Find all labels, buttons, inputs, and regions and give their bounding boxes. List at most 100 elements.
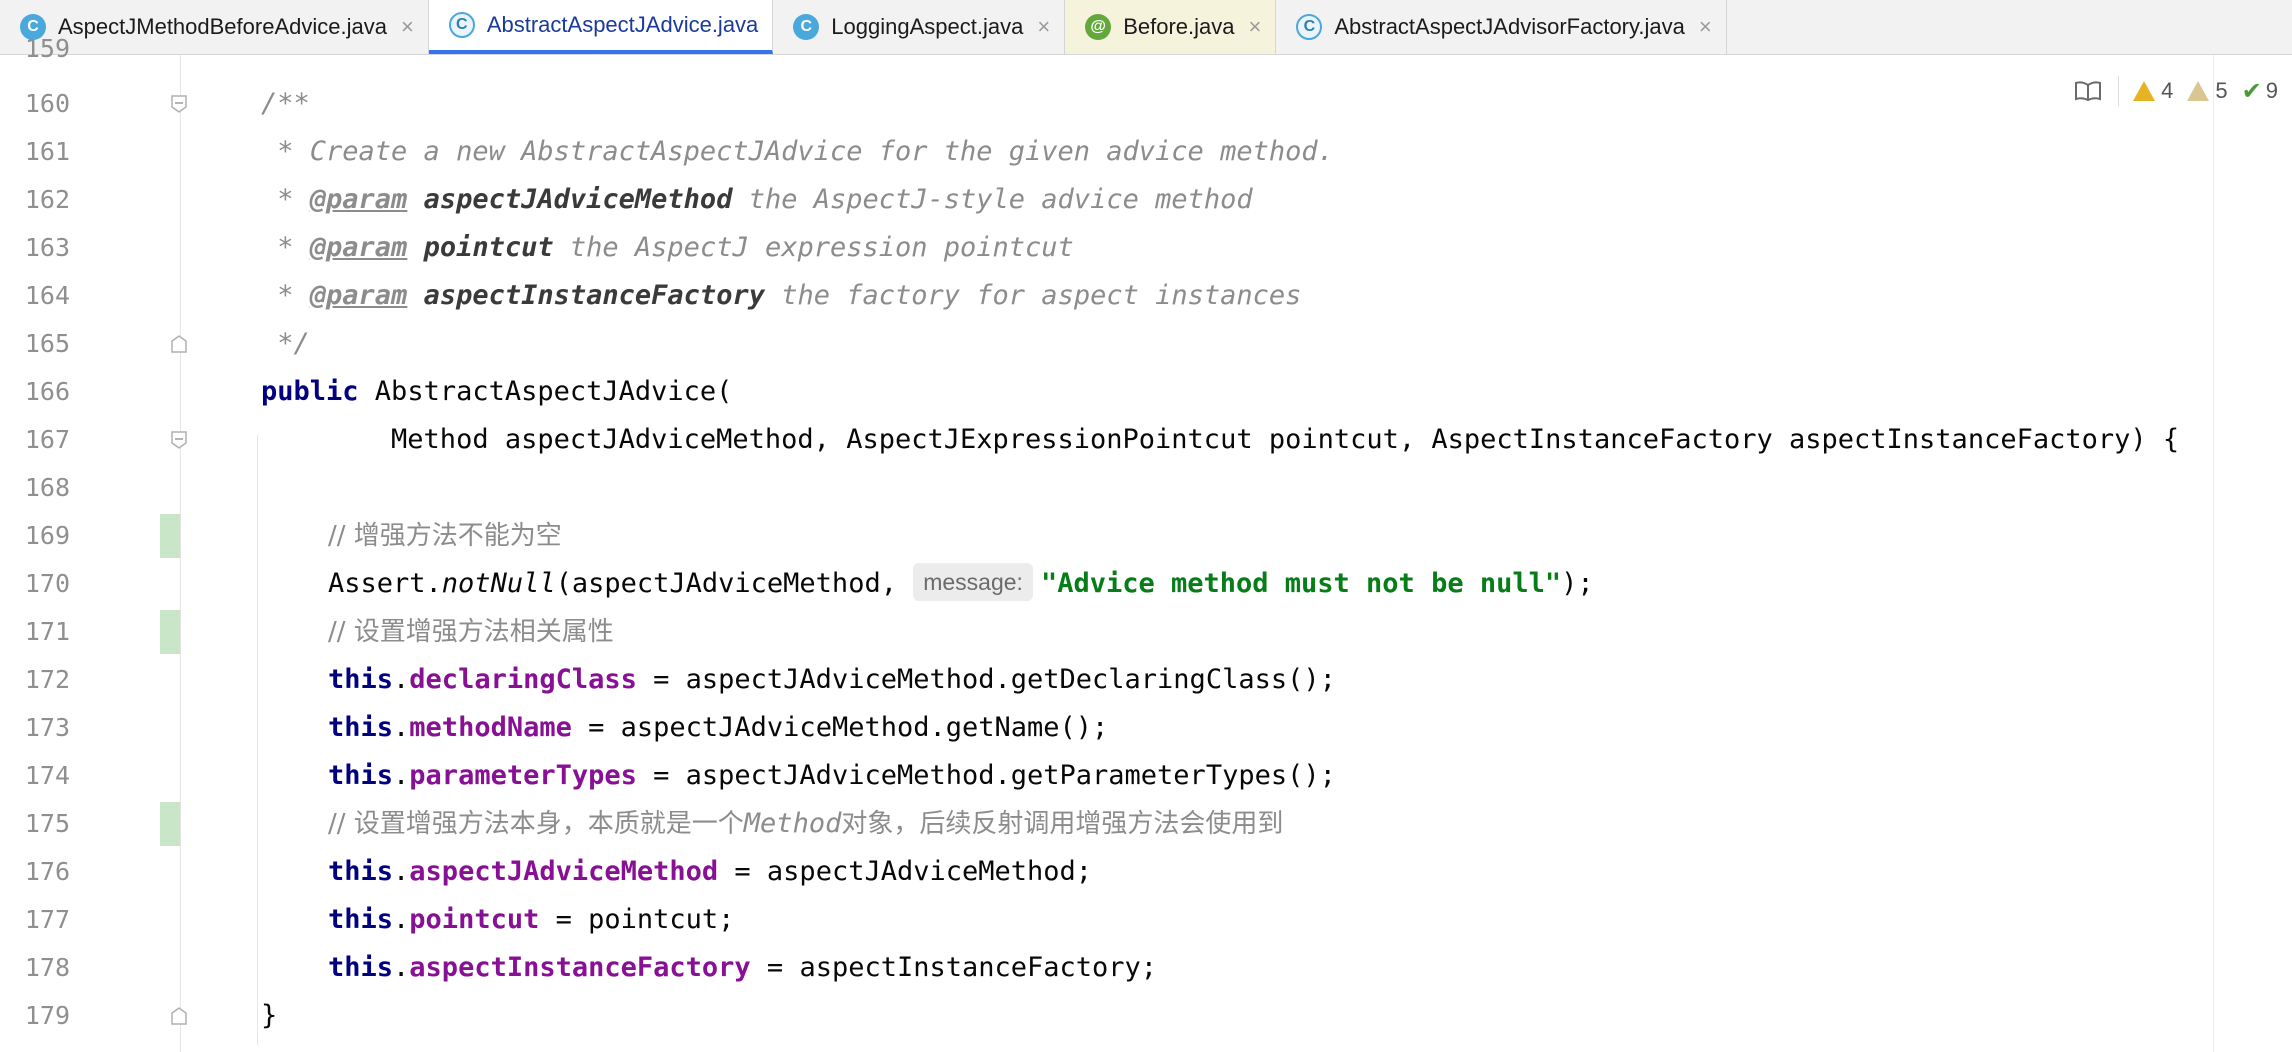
closing-brace: } — [261, 1000, 278, 1031]
javadoc-tag: @param — [309, 280, 408, 311]
ok-count[interactable]: ✔ 9 — [2242, 77, 2278, 106]
line-comment: // 设置增强方法本身，本质就是一个 — [328, 809, 744, 839]
code-line-174: this.parameterTypes = aspectJAdviceMetho… — [328, 752, 1336, 800]
constructor-signature: AbstractAspectJAdvice( — [358, 376, 733, 407]
vcs-change-marker[interactable] — [160, 514, 180, 558]
tab-label: AbstractAspectJAdvice.java — [486, 12, 759, 37]
code-line-166: public AbstractAspectJAdvice( — [261, 368, 732, 416]
reader-mode-icon[interactable] — [2074, 80, 2102, 102]
code-line-175: // 设置增强方法本身，本质就是一个Method对象，后续反射调用增强方法会使用… — [328, 800, 1283, 848]
code-line-165: */ — [261, 320, 310, 368]
line-number: 161 — [24, 137, 70, 166]
vcs-change-marker[interactable] — [160, 610, 180, 654]
line-number: 168 — [24, 473, 70, 502]
assignment: = aspectInstanceFactory; — [750, 952, 1158, 983]
field-name: declaringClass — [409, 664, 637, 695]
keyword-this: this — [328, 952, 394, 983]
editor-scrollbar-track[interactable] — [2213, 55, 2214, 1052]
close-icon[interactable]: × — [1037, 14, 1050, 40]
class-icon: C — [793, 14, 820, 40]
dot: . — [393, 664, 410, 695]
call-end: ); — [1561, 568, 1594, 599]
code-line-167: Method aspectJAdviceMethod, AspectJExpre… — [261, 416, 2179, 464]
close-icon[interactable]: × — [1248, 14, 1261, 40]
code-editor[interactable]: 159 160 161 162 163 164 165 166 167 168 … — [0, 34, 2292, 1052]
assert-call: Assert. — [328, 568, 442, 599]
line-comment: 对象，后续反射调用增强方法会使用到 — [841, 809, 1284, 839]
line-number: 164 — [24, 281, 70, 310]
line-number: 162 — [24, 185, 70, 214]
code-line-170: Assert.notNull(aspectJAdviceMethod, mess… — [328, 560, 1594, 608]
tab-abstract-aspectj-advice[interactable]: C AbstractAspectJAdvice.java — [428, 0, 774, 54]
line-number: 171 — [24, 617, 70, 646]
line-number: 173 — [24, 713, 70, 742]
field-name: pointcut — [409, 904, 540, 935]
code-line-176: this.aspectJAdviceMethod = aspectJAdvice… — [328, 848, 1092, 896]
code-line-163: * @param pointcut the AspectJ expression… — [261, 224, 1074, 272]
javadoc-start: /** — [261, 88, 310, 119]
line-number: 166 — [24, 377, 70, 406]
javadoc-param-name: pointcut — [423, 232, 554, 263]
javadoc-space — [407, 184, 423, 215]
weak-warnings-value: 5 — [2215, 78, 2228, 103]
javadoc-space — [407, 280, 423, 311]
field-name: parameterTypes — [409, 760, 637, 791]
line-number: 172 — [24, 665, 70, 694]
line-number: 174 — [24, 761, 70, 790]
code-line-171: // 设置增强方法相关属性 — [328, 608, 614, 656]
comment-code-ref: Method — [743, 808, 842, 839]
javadoc-tag: @param — [309, 184, 408, 215]
vcs-change-marker[interactable] — [160, 802, 180, 846]
keyword-this: this — [328, 856, 394, 887]
code-line-161: * Create a new AbstractAspectJAdvice for… — [261, 128, 1334, 176]
weak-warnings-count[interactable]: 5 — [2187, 78, 2228, 104]
tab-logging-aspect[interactable]: C LoggingAspect.java × — [773, 0, 1066, 54]
tab-label: Before.java — [1123, 14, 1235, 39]
line-number: 175 — [24, 809, 70, 838]
line-number: 163 — [24, 233, 70, 262]
warnings-value: 4 — [2161, 78, 2174, 103]
assignment: = aspectJAdviceMethod.getParameterTypes(… — [636, 760, 1336, 791]
line-number: 176 — [24, 857, 70, 886]
close-icon[interactable]: × — [401, 14, 414, 40]
javadoc-star: * — [261, 280, 310, 311]
ok-value: 9 — [2265, 78, 2278, 103]
keyword-public: public — [261, 376, 359, 407]
javadoc-space — [407, 232, 423, 263]
line-comment: // 增强方法不能为空 — [328, 521, 562, 551]
close-icon[interactable]: × — [1699, 14, 1712, 40]
tab-before[interactable]: @ Before.java × — [1065, 0, 1277, 54]
tab-abstract-aspectj-advisor-factory[interactable]: C AbstractAspectJAdvisorFactory.java × — [1276, 0, 1727, 54]
line-number: 178 — [24, 953, 70, 982]
divider — [2118, 76, 2120, 106]
code-line-179: } — [261, 992, 277, 1040]
tab-label: LoggingAspect.java — [831, 14, 1024, 39]
assignment: = aspectJAdviceMethod; — [718, 856, 1093, 887]
line-number: 160 — [24, 89, 70, 118]
dot: . — [393, 952, 410, 983]
line-number: 159 — [24, 34, 70, 63]
abstract-class-icon: C — [448, 12, 475, 38]
string-literal: "Advice method must not be null" — [1040, 568, 1562, 599]
constructor-params: Method aspectJAdviceMethod, AspectJExpre… — [261, 424, 2180, 455]
line-number: 167 — [24, 425, 70, 454]
line-number: 177 — [24, 905, 70, 934]
assignment: = pointcut; — [539, 904, 735, 935]
checkmark-icon: ✔ — [2241, 77, 2262, 105]
inspection-widget[interactable]: 4 5 ✔ 9 — [2074, 69, 2292, 113]
code-line-169: // 增强方法不能为空 — [328, 512, 562, 560]
line-number: 179 — [24, 1001, 70, 1030]
code-line-160: /** — [261, 80, 310, 128]
javadoc-text: * Create a new AbstractAspectJAdvice for… — [261, 136, 1334, 167]
code-area[interactable]: /** * Create a new AbstractAspectJAdvice… — [181, 55, 2292, 1052]
code-line-178: this.aspectInstanceFactory = aspectInsta… — [328, 944, 1157, 992]
line-number-gutter[interactable]: 159 160 161 162 163 164 165 166 167 168 … — [0, 34, 187, 1052]
dot: . — [393, 760, 410, 791]
code-line-164: * @param aspectInstanceFactory the facto… — [261, 272, 1301, 320]
warnings-count[interactable]: 4 — [2133, 78, 2173, 104]
tab-label: AbstractAspectJAdvisorFactory.java — [1334, 14, 1685, 39]
javadoc-param-name: aspectJAdviceMethod — [423, 184, 733, 215]
javadoc-star: * — [261, 184, 310, 215]
javadoc-param-name: aspectInstanceFactory — [423, 280, 765, 311]
javadoc-star: * — [261, 232, 310, 263]
